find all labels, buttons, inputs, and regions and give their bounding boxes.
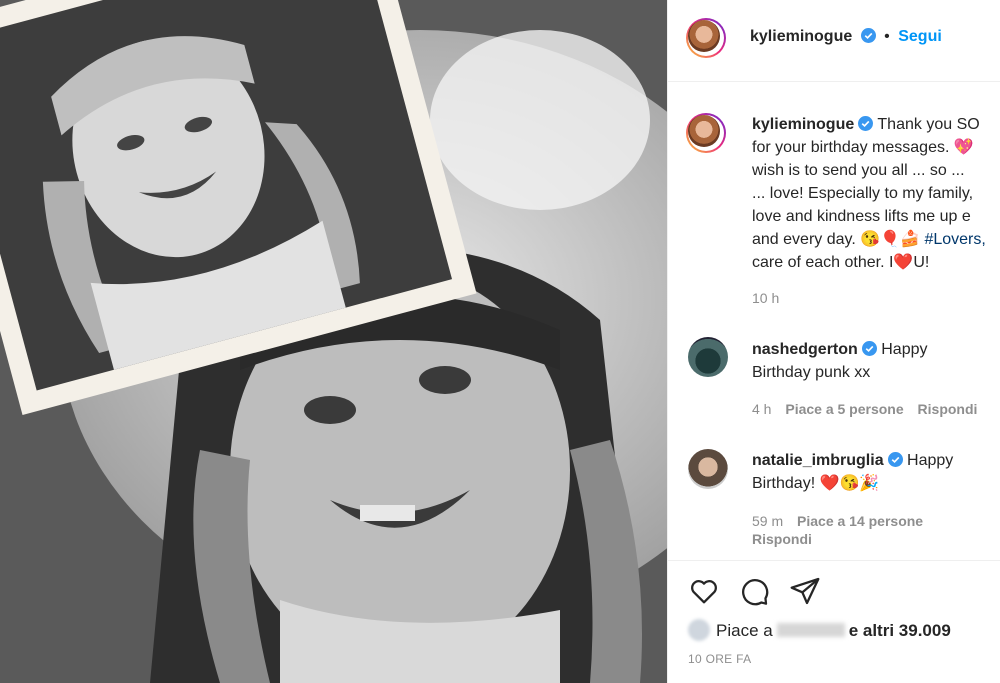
reply-button[interactable]: Rispondi xyxy=(752,531,812,547)
comment: nashedgerton Happy Birthday punk xx xyxy=(752,338,992,384)
likes-prefix: Piace a xyxy=(716,621,773,640)
comment: natalie_imbruglia Happy Birthday! ❤️😘🎉 xyxy=(752,449,992,495)
author-username[interactable]: kylieminogue xyxy=(750,28,852,45)
caption-line: care of each other. I❤️U! xyxy=(752,254,930,271)
caption-username[interactable]: kylieminogue xyxy=(752,116,854,133)
caption-time: 10 h xyxy=(752,290,780,306)
comment-likes-link[interactable]: Piace a 14 persone xyxy=(797,513,923,529)
comment-time: 59 m xyxy=(752,513,784,529)
comment-text: Birthday punk xx xyxy=(752,364,871,381)
photo-illustration xyxy=(0,0,667,683)
liker-name-redacted xyxy=(776,623,845,637)
commenter-avatar[interactable] xyxy=(688,449,728,489)
verified-badge-icon xyxy=(860,28,876,43)
post-date: 10 ORE FA xyxy=(688,652,752,666)
comment-text: Happy xyxy=(907,452,954,469)
separator-dot: • xyxy=(884,28,890,45)
follow-button[interactable]: Segui xyxy=(898,28,942,45)
post-header: kylieminogue • Segui xyxy=(668,0,1000,82)
comment-likes-link[interactable]: Piace a 5 persone xyxy=(785,401,903,417)
caption-line: for your birthday messages. 💖 xyxy=(752,139,974,156)
comment-username[interactable]: nashedgerton xyxy=(752,341,858,358)
caption-avatar[interactable] xyxy=(686,113,726,153)
author-avatar[interactable] xyxy=(686,18,726,58)
caption-line: wish is to send you all ... so ... xyxy=(752,162,965,179)
verified-badge-icon xyxy=(887,452,903,467)
likes-summary[interactable]: Piace a e altri 39.009 xyxy=(688,619,951,641)
comment-text: Happy xyxy=(881,341,928,358)
comment-icon[interactable] xyxy=(738,575,770,607)
commenter-avatar[interactable] xyxy=(688,337,728,377)
verified-badge-icon xyxy=(861,341,877,356)
caption-line: and every day. 😘🎈🍰 xyxy=(752,231,920,248)
reply-button[interactable]: Rispondi xyxy=(918,401,978,417)
post-side-panel: kylieminogue • Segui kylieminogue Thank … xyxy=(667,0,1000,683)
post-photo[interactable] xyxy=(0,0,667,683)
hashtag-link[interactable]: #Lovers, xyxy=(924,231,985,248)
verified-badge-icon xyxy=(858,116,874,131)
caption-line: ... love! Especially to my family, xyxy=(752,185,974,202)
caption: kylieminogue Thank you SO for your birth… xyxy=(752,113,1000,274)
caption-line: love and kindness lifts me up e xyxy=(752,208,971,225)
liker-avatar xyxy=(688,619,710,641)
heart-icon[interactable] xyxy=(688,575,720,607)
comment-meta: 59 m Piace a 14 persone xyxy=(752,513,923,529)
likes-count[interactable]: e altri 39.009 xyxy=(849,621,951,640)
caption-line: Thank you SO xyxy=(877,116,980,133)
comment-text: Birthday! ❤️😘🎉 xyxy=(752,475,880,492)
share-icon[interactable] xyxy=(789,575,821,607)
comment-username[interactable]: natalie_imbruglia xyxy=(752,452,884,469)
comment-time: 4 h xyxy=(752,401,772,417)
comment-meta: 4 h Piace a 5 persone Rispondi xyxy=(752,401,977,417)
